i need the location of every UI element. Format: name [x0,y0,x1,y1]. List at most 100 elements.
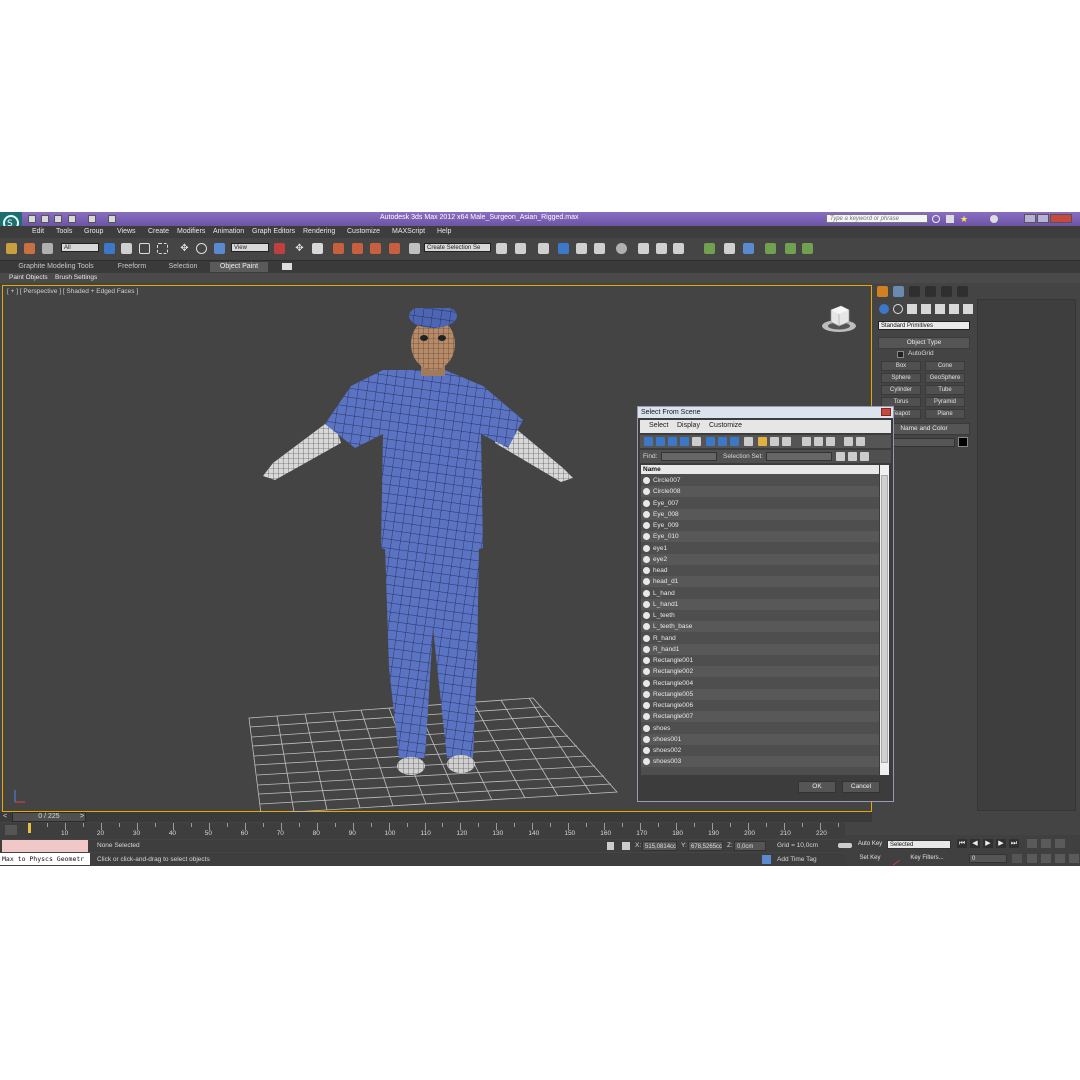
list-item[interactable]: shoes003 [641,756,879,768]
filter-options-icon[interactable] [856,437,865,446]
menu-tools[interactable]: Tools [56,228,72,235]
display-xrefs-icon[interactable] [730,437,739,446]
material-editor-icon[interactable] [616,243,627,254]
list-item[interactable]: Rectangle006 [641,700,879,712]
list-item[interactable]: shoes002 [641,745,879,757]
go-to-start-icon[interactable]: ⏮ [957,839,967,848]
select-invert-icon[interactable] [826,437,835,446]
keyboard-shortcut-icon[interactable] [312,243,323,254]
hierarchy-tab-icon[interactable] [909,286,920,297]
help-search-input[interactable]: Type a keyword or phrase [826,214,928,223]
set-key-icon[interactable] [838,843,852,848]
list-item[interactable]: R_hand1 [641,643,879,655]
x-coord-field[interactable]: 515,0814cc [642,841,677,851]
selection-lock-icon[interactable] [607,842,614,850]
time-slider[interactable]: < 0 / 225 > [0,812,872,822]
extra-toolbar-icon-2[interactable] [724,243,735,254]
set-key-button[interactable]: Set Key [855,854,885,863]
shapes-category-icon[interactable] [893,304,903,314]
list-item[interactable]: eye2 [641,553,879,565]
display-hidden-icon[interactable] [782,437,791,446]
pivot-center-icon[interactable] [274,243,285,254]
time-configuration-icon[interactable] [1012,854,1022,863]
edit-selection-set-icon[interactable] [860,452,869,461]
zoom-extents-selected-icon[interactable] [1055,839,1065,848]
track-bar[interactable]: 10 20 30 40 50 60 70 80 90 100 110 120 130 140 150 160 1… [0,823,845,839]
menu-help[interactable]: Help [437,228,451,235]
render-setup-icon[interactable] [638,243,649,254]
panel-paint-objects[interactable]: Paint Objects [9,274,48,281]
undo-icon[interactable] [68,215,76,223]
display-tab-icon[interactable] [941,286,952,297]
object-type-rollout-header[interactable]: Object Type [878,337,970,349]
list-item[interactable]: head [641,565,879,577]
helpers-category-icon[interactable] [935,304,945,314]
selection-set-dropdown[interactable] [766,452,832,461]
cylinder-button[interactable]: Cylinder [881,385,921,395]
maximize-viewport-icon[interactable] [1069,854,1079,863]
go-to-end-icon[interactable]: ⏭ [1009,839,1019,848]
list-item[interactable]: L_teeth_base [641,621,879,633]
list-item[interactable]: head_d1 [641,576,879,588]
dialog-menu-select[interactable]: Select [649,422,668,429]
cone-button[interactable]: Cone [925,361,965,371]
graphite-ribbon-icon[interactable] [558,243,569,254]
dialog-menu-customize[interactable]: Customize [709,422,742,429]
new-file-icon[interactable] [28,215,36,223]
filter-icon[interactable] [844,437,853,446]
time-slider-prev-button[interactable]: < [3,813,7,820]
named-selection-set-dropdown[interactable]: Create Selection Se [424,243,491,252]
menu-views[interactable]: Views [117,228,136,235]
primitive-category-dropdown[interactable]: Standard Primitives [878,321,970,330]
unlink-selection-icon[interactable] [24,243,35,254]
help-search-icon[interactable] [932,215,940,223]
cameras-category-icon[interactable] [921,304,931,314]
list-item[interactable]: Rectangle002 [641,666,879,678]
maxscript-mini-listener-pink[interactable] [2,840,88,852]
list-item[interactable]: shoes001 [641,733,879,745]
autogrid-checkbox[interactable] [897,351,904,358]
display-frozen-icon[interactable] [770,437,779,446]
geosphere-button[interactable]: GeoSphere [925,373,965,383]
key-mode-selected-dropdown[interactable]: Selected [887,840,951,849]
maximize-button[interactable] [1037,214,1049,223]
select-object-icon[interactable] [104,243,115,254]
previous-frame-icon[interactable]: ◀ [970,839,980,848]
select-and-link-icon[interactable] [6,243,17,254]
track-bar-toggle-icon[interactable] [5,825,17,835]
absolute-mode-icon[interactable] [622,842,630,850]
load-selection-set-icon[interactable] [848,452,857,461]
plane-button[interactable]: Plane [925,409,965,419]
reference-coordinate-dropdown[interactable]: View [231,243,269,252]
extra-toolbar-icon-6[interactable] [802,243,813,254]
redo-icon[interactable] [88,215,96,223]
extra-toolbar-icon-5[interactable] [785,243,796,254]
window-crossing-icon[interactable] [157,243,168,254]
zoom-all-icon[interactable] [1041,839,1051,848]
viewcube-icon[interactable] [819,300,859,336]
angle-snap-icon[interactable] [352,243,363,254]
snap-toggle-icon[interactable] [333,243,344,254]
geometry-category-icon[interactable] [879,304,889,314]
orbit-icon[interactable] [1055,854,1065,863]
menu-rendering[interactable]: Rendering [303,228,335,235]
help-icon[interactable] [990,215,998,223]
tab-freeform[interactable]: Freeform [110,262,154,272]
project-folder-icon[interactable] [108,215,116,223]
next-frame-icon[interactable]: ▶ [996,839,1006,848]
display-groups-icon[interactable] [718,437,727,446]
select-all-icon[interactable] [802,437,811,446]
name-column-header[interactable]: Name [641,465,879,474]
zoom-extents-icon[interactable] [1027,839,1037,848]
motion-tab-icon[interactable] [925,286,936,297]
display-bones-icon[interactable] [744,437,753,446]
list-item[interactable]: Circle007 [641,475,879,487]
extra-toolbar-icon-1[interactable] [704,243,715,254]
utilities-tab-icon[interactable] [957,286,968,297]
menu-group[interactable]: Group [84,228,103,235]
find-input[interactable] [661,452,717,461]
key-filter-icon[interactable] [888,853,900,866]
create-tab-icon[interactable] [877,286,888,297]
extra-toolbar-icon-3[interactable] [743,243,754,254]
add-time-tag-icon[interactable] [762,855,771,864]
